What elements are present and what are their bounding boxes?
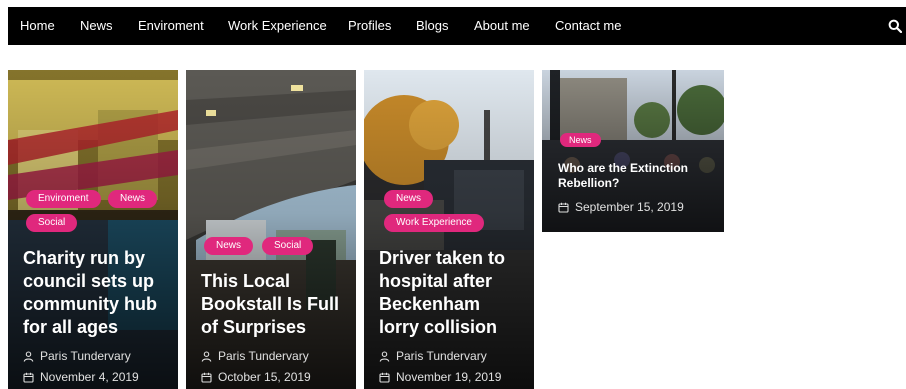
- tag-news[interactable]: News: [108, 190, 158, 208]
- date-text: September 15, 2019: [575, 200, 684, 214]
- top-navbar: Home News Enviroment Work Experience Pro…: [8, 7, 906, 45]
- nav-about-me[interactable]: About me: [474, 7, 530, 45]
- user-icon: [379, 350, 390, 362]
- post-title[interactable]: Who are the Extinction Rebellion?: [558, 161, 718, 191]
- post-date: October 15, 2019: [201, 369, 311, 385]
- post-author[interactable]: Paris Tundervary: [201, 348, 309, 364]
- title-line: Who are the Extinction: [558, 161, 689, 175]
- post-date: September 15, 2019: [558, 199, 684, 215]
- post-card-4[interactable]: News Who are the Extinction Rebellion? S…: [542, 70, 724, 232]
- title-line: Driver taken to: [379, 248, 506, 268]
- title-line: community hub: [23, 294, 157, 314]
- post-card-2[interactable]: News Social This Local Bookstall Is Full…: [186, 70, 356, 389]
- title-line: council sets up: [23, 271, 155, 291]
- title-line: for all ages: [23, 317, 119, 337]
- nav-contact-me[interactable]: Contact me: [555, 7, 621, 45]
- title-line: This Local: [201, 271, 291, 291]
- calendar-icon: [23, 372, 34, 383]
- calendar-icon: [379, 372, 390, 383]
- title-line: Beckenham: [379, 294, 481, 314]
- post-title[interactable]: Charity run by council sets up community…: [23, 247, 173, 339]
- calendar-icon: [558, 202, 569, 213]
- title-line: Bookstall Is Full: [201, 294, 340, 314]
- post-date: November 19, 2019: [379, 369, 501, 385]
- post-author[interactable]: Paris Tundervary: [23, 348, 131, 364]
- calendar-icon: [201, 372, 212, 383]
- title-line: Charity run by: [23, 248, 146, 268]
- post-title[interactable]: This Local Bookstall Is Full of Surprise…: [201, 270, 351, 339]
- tag-news[interactable]: News: [204, 237, 254, 255]
- tag-social[interactable]: Social: [262, 237, 314, 255]
- post-date: November 4, 2019: [23, 369, 139, 385]
- title-line: hospital after: [379, 271, 493, 291]
- date-text: November 4, 2019: [40, 370, 139, 384]
- date-text: November 19, 2019: [396, 370, 502, 384]
- image-overlay: [186, 70, 356, 389]
- post-card-1[interactable]: Enviroment News Social Charity run by co…: [8, 70, 178, 389]
- post-card-3[interactable]: News Work Experience Driver taken to hos…: [364, 70, 534, 389]
- tag-work-experience[interactable]: Work Experience: [384, 214, 484, 232]
- nav-enviroment[interactable]: Enviroment: [138, 7, 204, 45]
- nav-news[interactable]: News: [80, 7, 113, 45]
- title-line: Rebellion?: [558, 176, 620, 190]
- date-text: October 15, 2019: [218, 370, 311, 384]
- post-title[interactable]: Driver taken to hospital after Beckenham…: [379, 247, 529, 339]
- author-name: Paris Tundervary: [218, 349, 309, 363]
- tag-news[interactable]: News: [560, 133, 601, 147]
- author-name: Paris Tundervary: [40, 349, 131, 363]
- post-author[interactable]: Paris Tundervary: [379, 348, 487, 364]
- tag-social[interactable]: Social: [26, 214, 78, 232]
- nav-work-experience[interactable]: Work Experience: [228, 7, 327, 45]
- tag-news[interactable]: News: [384, 190, 434, 208]
- nav-home[interactable]: Home: [20, 7, 55, 45]
- tag-enviroment[interactable]: Enviroment: [26, 190, 101, 208]
- user-icon: [201, 350, 212, 362]
- title-line: of Surprises: [201, 317, 307, 337]
- nav-blogs[interactable]: Blogs: [416, 7, 449, 45]
- author-name: Paris Tundervary: [396, 349, 487, 363]
- search-icon[interactable]: [888, 19, 902, 33]
- nav-profiles[interactable]: Profiles: [348, 7, 391, 45]
- user-icon: [23, 350, 34, 362]
- title-line: lorry collision: [379, 317, 498, 337]
